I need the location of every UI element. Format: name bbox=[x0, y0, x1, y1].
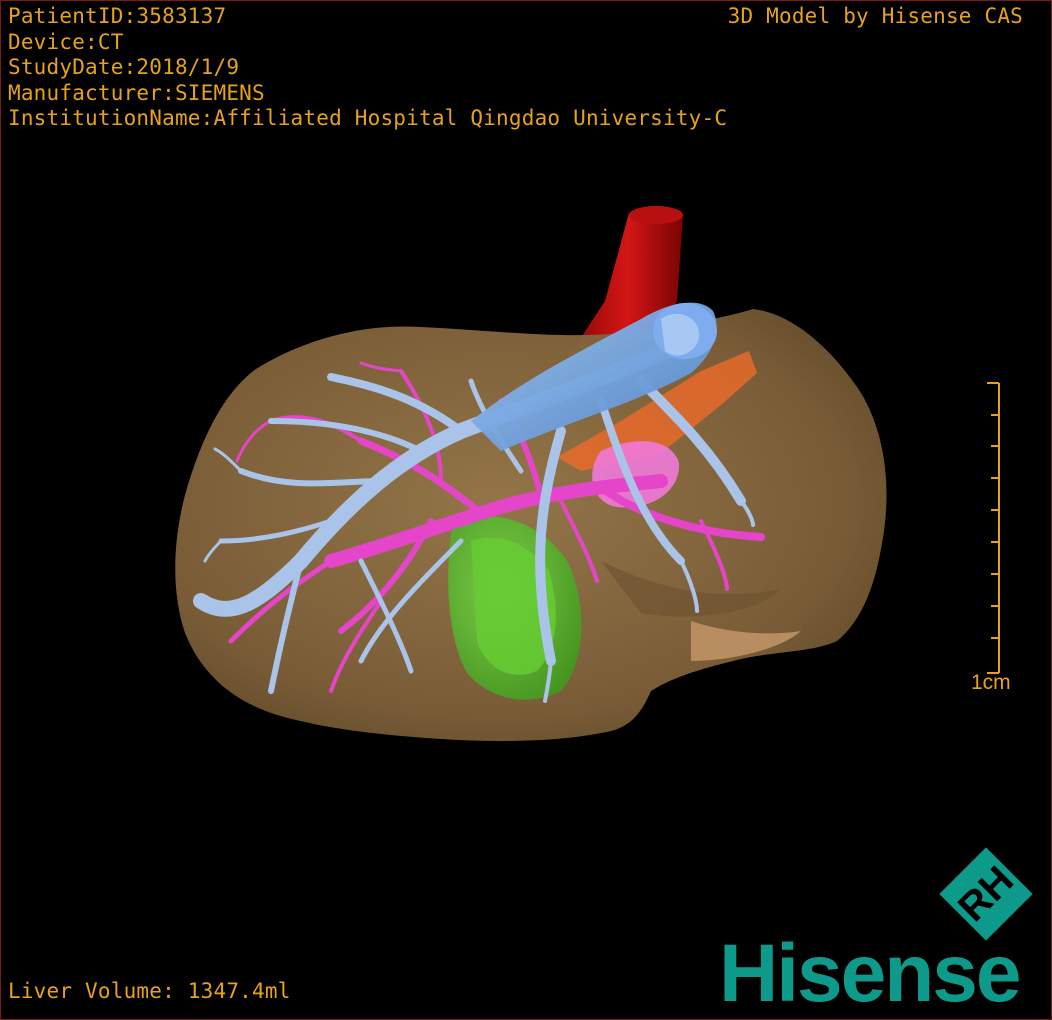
device: Device:CT bbox=[8, 29, 124, 54]
patient-id: PatientID:3583137 bbox=[8, 4, 227, 28]
scale-bar bbox=[987, 382, 1000, 674]
scale-label: 1cm bbox=[971, 671, 1011, 694]
manufacturer: Manufacturer:SIEMENS bbox=[8, 80, 265, 105]
hisense-logo-word: Hisense bbox=[719, 928, 1022, 1019]
3d-viewport[interactable]: PatientID:3583137 Device:CT StudyDate:20… bbox=[0, 0, 1052, 1020]
dicom-info: PatientID:3583137 Device:CT StudyDate:20… bbox=[8, 4, 727, 132]
logo-mark-letters: RH bbox=[950, 858, 1022, 930]
study-date: StudyDate:2018/1/9 bbox=[8, 55, 240, 79]
liver-3d-model[interactable] bbox=[1, 1, 1052, 1020]
institution-name: InstitutionName:Affiliated Hospital Qing… bbox=[8, 106, 728, 130]
liver-volume: Liver Volume: 1347.4ml bbox=[8, 979, 291, 1003]
model-credit: 3D Model by Hisense CAS bbox=[727, 4, 1023, 28]
